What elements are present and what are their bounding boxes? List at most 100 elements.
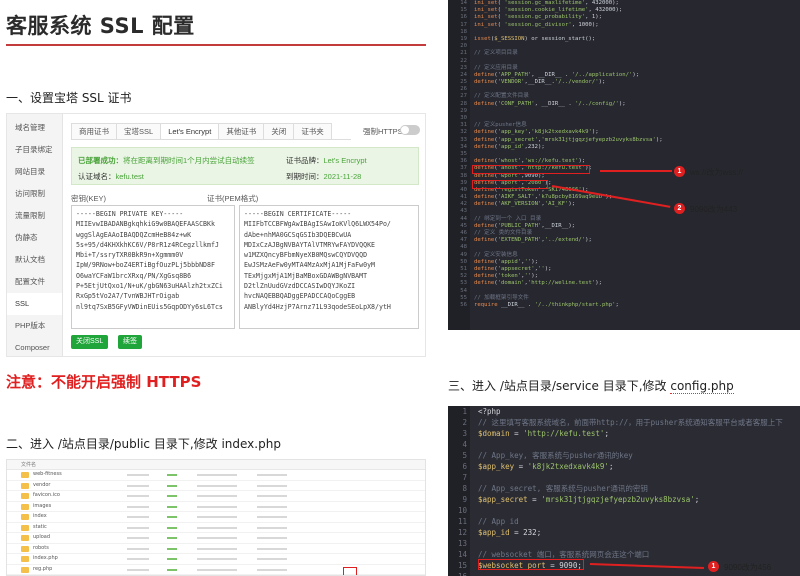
file-row[interactable]: robots: [7, 544, 425, 554]
ssl-tab[interactable]: 证书夹: [293, 123, 332, 139]
file-name: index: [33, 513, 47, 519]
line-number: 9: [462, 495, 467, 504]
key-textarea[interactable]: -----BEGIN PRIVATE KEY----- MIIEvwIBADAN…: [71, 205, 235, 329]
file-size: [257, 558, 287, 560]
file-row[interactable]: index: [7, 512, 425, 523]
force-https-toggle[interactable]: [400, 125, 420, 135]
code-line: define('VENDOR',__DIR__.'/../vendor/');: [474, 79, 606, 86]
sidebar-item[interactable]: 域名管理: [7, 117, 62, 139]
code-line: // 定义pusher信息: [474, 122, 527, 129]
code-line: define('app_key','k8jk2txedxavk4k9');: [474, 129, 599, 136]
line-number: 3: [462, 429, 467, 438]
file-date: [197, 547, 237, 550]
file-perm: [167, 474, 177, 476]
file-row[interactable]: vendor: [7, 481, 425, 491]
file-date: [197, 505, 237, 508]
file-date: [197, 495, 237, 497]
sidebar-item[interactable]: 伪静态: [7, 227, 62, 249]
line-number: 24: [460, 71, 467, 78]
expire-label: 到期时间：: [286, 172, 324, 181]
editor1-gutter: 14 15 16 17 18 19 20 21 22 23 24 25 26 27 28 29 30 31 32 33…: [448, 0, 470, 330]
line-number: 18: [460, 28, 467, 35]
line-number: 22: [460, 57, 467, 64]
editor2-code: <?php // 这里填写客服系统域名，前面带http://，用于pusher系统…: [478, 406, 800, 576]
ssl-tab[interactable]: 其他证书: [218, 123, 265, 139]
cert-textarea[interactable]: -----BEGIN CERTIFICATE----- MIIFbTCCBFWg…: [239, 205, 419, 329]
sidebar-item[interactable]: 网站目录: [7, 161, 62, 183]
line-number: 8: [462, 484, 467, 493]
brand-label: 证书品牌：: [286, 156, 324, 165]
code-line: // 定义项目目录: [474, 50, 518, 57]
force-https-label: 强制HTTPS: [363, 127, 403, 136]
sidebar-item[interactable]: 子目录绑定: [7, 139, 62, 161]
line-number: 36: [460, 158, 467, 165]
step3-heading: 三、进入 /站点目录/service 目录下,修改 config.php: [448, 377, 734, 394]
file-size: [257, 526, 287, 529]
line-number: 15: [460, 7, 467, 14]
file-perm: [167, 495, 177, 497]
line-number: 4: [462, 440, 467, 449]
sidebar-item[interactable]: 流量限制: [7, 205, 62, 227]
sidebar-item[interactable]: SSL: [7, 293, 62, 315]
line-number: 11: [457, 517, 467, 526]
folder-icon: [21, 514, 29, 520]
file-date: [197, 526, 237, 529]
line-number: 26: [460, 86, 467, 93]
line-number: 55: [460, 294, 467, 301]
line-number: 10: [457, 506, 467, 515]
code-line: // 定义配置文件目录: [474, 93, 529, 100]
file-meta: [127, 537, 149, 539]
file-header: 文件名: [7, 460, 425, 470]
file-row[interactable]: static: [7, 523, 425, 533]
file-row[interactable]: images: [7, 502, 425, 512]
code-line: // 定义安装信息: [474, 251, 518, 258]
code-line: // 这里填写客服系统域名，前面带http://，用于pusher系统通知客服平…: [478, 418, 783, 427]
page-title: 客服系统 SSL 配置: [6, 14, 195, 38]
cert-label: 证书(PEM格式): [207, 194, 259, 203]
code-line: $app_id = 232;: [478, 528, 542, 537]
line-number: 54: [460, 287, 467, 294]
line-number: 15: [457, 561, 467, 570]
file-row[interactable]: upload: [7, 533, 425, 544]
file-perm: [167, 526, 177, 529]
ssl-tab[interactable]: Let's Encrypt: [160, 123, 220, 139]
ssl-tab[interactable]: 商用证书: [71, 123, 117, 139]
file-name: robots: [33, 544, 49, 551]
sidebar-item[interactable]: 默认文档: [7, 249, 62, 271]
close-ssl-button[interactable]: 关闭SSL: [71, 335, 109, 349]
file-meta: [127, 484, 149, 487]
file-name: index.php: [33, 555, 58, 561]
code-line: require __DIR__ . '/../thinkphp/start.ph…: [474, 301, 619, 308]
ssl-tab[interactable]: 宝塔SSL: [116, 123, 162, 139]
code-line: define('APP_PATH', __DIR__ . '/../applic…: [474, 71, 640, 78]
file-size: [257, 537, 287, 539]
file-size: [257, 547, 287, 550]
line-number: 48: [460, 244, 467, 251]
file-row[interactable]: web-fitness: [7, 470, 425, 481]
file-row[interactable]: favicon.ico: [7, 491, 425, 502]
line-number: 32: [460, 129, 467, 136]
panel-sidebar: 域名管理 子目录绑定 网站目录 访问限制 流量限制 伪静态 默认文档 配置文件 SSL PHP版本…: [7, 114, 63, 356]
file-perm: [167, 484, 177, 487]
sidebar-item[interactable]: PHP版本: [7, 315, 62, 337]
sidebar-item[interactable]: 配置文件: [7, 271, 62, 293]
file-perm: [167, 568, 177, 571]
sidebar-item[interactable]: 访问限制: [7, 183, 62, 205]
file-row[interactable]: reg.php: [7, 565, 425, 575]
code-line: isset($_SESSION) or session_start();: [474, 35, 596, 42]
line-number: 37: [460, 165, 467, 172]
renew-button[interactable]: 续签: [118, 335, 142, 349]
sidebar-item[interactable]: Composer: [7, 337, 62, 359]
line-number: 41: [460, 194, 467, 201]
file-meta: [127, 558, 149, 560]
folder-icon: [21, 472, 29, 478]
file-row[interactable]: index.php: [7, 554, 425, 565]
file-name: images: [33, 502, 52, 509]
line-number: 43: [460, 208, 467, 215]
line-number: 49: [460, 251, 467, 258]
ssl-tab[interactable]: 关闭: [263, 123, 295, 139]
cert-status-alert: 已部署成功：将在距离到期时间1个月内尝试自动续签 认证域名：kefu.test …: [71, 147, 419, 185]
